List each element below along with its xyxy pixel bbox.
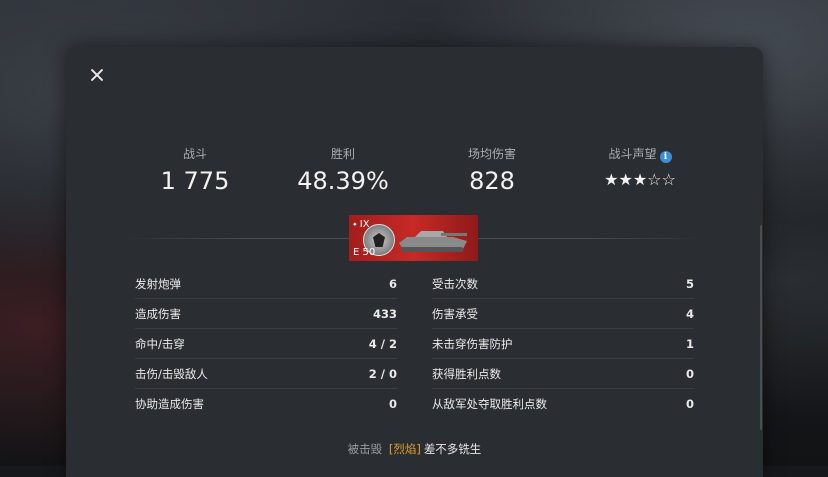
stat-reputation: 战斗声望 i ★★★☆☆ bbox=[565, 145, 715, 189]
stat-row-label: 受击次数 bbox=[432, 276, 478, 291]
clan-tag: [烈焰] bbox=[388, 442, 421, 456]
stat-row: 击伤/击毁敌人 2 / 0 bbox=[135, 359, 397, 389]
stat-row: 未击穿伤害防护 1 bbox=[432, 329, 694, 359]
stat-winrate-value: 48.39% bbox=[297, 167, 389, 195]
stat-avg-damage: 场均伤害 828 bbox=[417, 145, 567, 195]
stat-row-value: 4 bbox=[685, 306, 694, 321]
tank-name: E 50 bbox=[353, 247, 376, 258]
tank-card: ⬩ IX E 50 bbox=[349, 215, 478, 261]
destroyed-label: 被击毁 bbox=[347, 442, 383, 456]
stat-row: 命中/击穿 4 / 2 bbox=[135, 329, 397, 359]
stat-row-value: 433 bbox=[372, 306, 397, 321]
stat-winrate-label: 胜利 bbox=[330, 147, 355, 161]
stat-avg-damage-label: 场均伤害 bbox=[467, 147, 516, 161]
stat-row: 造成伤害 433 bbox=[135, 299, 397, 329]
scrollbar[interactable] bbox=[760, 225, 762, 430]
player-name[interactable]: 差不多铣生 bbox=[424, 442, 482, 456]
destroyed-by: 被击毁 [烈焰] 差不多铣生 bbox=[66, 441, 763, 457]
battle-stats-modal: 战斗 1 775 胜利 48.39% 场均伤害 828 战斗声望 i ★★★☆☆ … bbox=[66, 47, 763, 477]
stats-left-column: 发射炮弹 6 造成伤害 433 命中/击穿 4 / 2 击伤/击毁敌人 2 / 0 协助造成伤害… bbox=[135, 269, 397, 418]
stat-battles: 战斗 1 775 bbox=[120, 145, 270, 195]
stat-battles-value: 1 775 bbox=[160, 167, 230, 195]
stat-row-label: 伤害承受 bbox=[432, 306, 478, 321]
tank-image bbox=[399, 231, 467, 252]
stat-row-value: 4 / 2 bbox=[368, 336, 397, 351]
stat-row-label: 协助造成伤害 bbox=[135, 396, 204, 411]
stat-reputation-label: 战斗声望 bbox=[608, 147, 657, 161]
stats-right-column: 受击次数 5 伤害承受 4 未击穿伤害防护 1 获得胜利点数 0 从敌军处夺取胜利点数 0 bbox=[432, 269, 694, 418]
stat-battles-label: 战斗 bbox=[182, 147, 207, 161]
stat-row: 获得胜利点数 0 bbox=[432, 359, 694, 389]
stat-row-label: 造成伤害 bbox=[135, 306, 181, 321]
stat-row-label: 获得胜利点数 bbox=[432, 366, 501, 381]
stat-row: 受击次数 5 bbox=[432, 269, 694, 299]
info-icon[interactable]: i bbox=[659, 151, 672, 163]
stat-row-value: 0 bbox=[685, 396, 694, 411]
stat-row: 发射炮弹 6 bbox=[135, 269, 397, 299]
close-icon[interactable] bbox=[88, 66, 106, 84]
reputation-stars: ★★★☆☆ bbox=[604, 170, 676, 189]
stat-row-label: 从敌军处夺取胜利点数 bbox=[432, 396, 547, 411]
stat-avg-damage-value: 828 bbox=[469, 167, 515, 195]
stat-row-value: 1 bbox=[685, 336, 694, 351]
stat-row: 从敌军处夺取胜利点数 0 bbox=[432, 389, 694, 418]
stat-row: 协助造成伤害 0 bbox=[135, 389, 397, 418]
summary-stats: 战斗 1 775 胜利 48.39% 场均伤害 828 战斗声望 i ★★★☆☆ bbox=[120, 145, 715, 205]
stat-row-label: 命中/击穿 bbox=[135, 336, 185, 351]
stat-row-label: 发射炮弹 bbox=[135, 276, 181, 291]
stat-row-value: 6 bbox=[388, 276, 397, 291]
stat-row-label: 未击穿伤害防护 bbox=[432, 336, 513, 351]
stat-winrate: 胜利 48.39% bbox=[268, 145, 418, 195]
stat-row-value: 0 bbox=[388, 396, 397, 411]
stat-row-label: 击伤/击毁敌人 bbox=[135, 366, 208, 381]
stat-row: 伤害承受 4 bbox=[432, 299, 694, 329]
stat-row-value: 2 / 0 bbox=[368, 366, 397, 381]
stat-row-value: 5 bbox=[685, 276, 694, 291]
stat-row-value: 0 bbox=[685, 366, 694, 381]
